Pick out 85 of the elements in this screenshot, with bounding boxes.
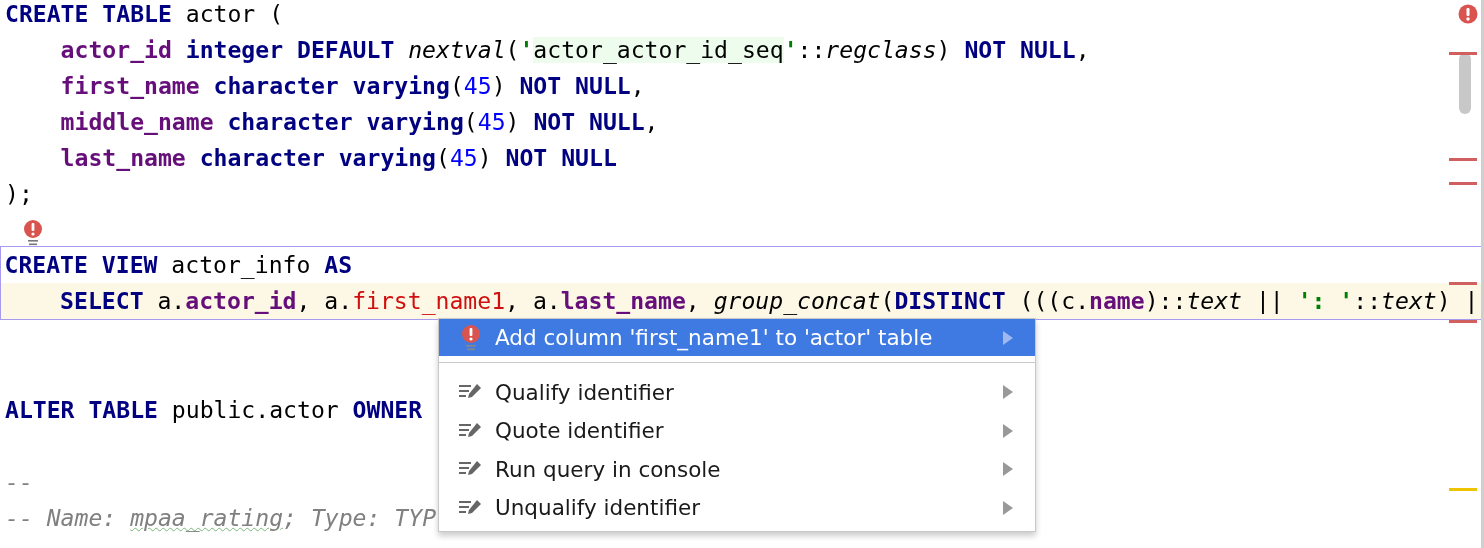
string-literal-text: actor_actor_id_seq [533, 37, 784, 63]
column-name-text: name [1089, 288, 1145, 314]
string-literal-text: ' [783, 37, 798, 63]
scrollbar-thumb[interactable] [1459, 53, 1471, 114]
keyword-text: SELECT [59, 288, 144, 314]
typo-text: mpaa_rating [130, 505, 284, 531]
number-literal-text: 45 [449, 145, 478, 171]
code-text: ) | [1436, 288, 1479, 314]
keyword-text: integer DEFAULT [185, 37, 396, 63]
error-stripe-mark[interactable] [1449, 158, 1477, 161]
menu-item[interactable]: Run query in console [439, 450, 1035, 489]
submenu-arrow-icon [1003, 423, 1013, 438]
error-stripe-mark[interactable] [1449, 182, 1477, 185]
keyword-text: NOT NULL [519, 73, 631, 99]
keyword-text: character varying [227, 109, 464, 135]
error-stripe-mark[interactable] [1449, 52, 1477, 55]
string-literal-text: ': ' [1297, 288, 1354, 314]
menu-item[interactable]: Unqualify identifier [439, 488, 1035, 527]
warning-stripe-mark[interactable] [1449, 488, 1477, 491]
code-text: actor_info [170, 252, 312, 278]
code-text: ) [936, 37, 952, 63]
keyword-text: DISTINCT [894, 288, 1006, 314]
function-name-text: regclass [825, 37, 937, 63]
code-text: ) [491, 73, 507, 99]
column-name-text: first_name [59, 73, 201, 99]
keyword-text: CREATE TABLE [5, 1, 172, 27]
code-text: :: [797, 37, 826, 63]
keyword-text: OWNER [352, 397, 423, 423]
code-text: ( [505, 37, 520, 63]
column-name-text: middle_name [59, 109, 215, 135]
error-stripe-mark[interactable] [1449, 282, 1477, 285]
error-stripe-mark[interactable] [1449, 320, 1477, 323]
function-name-text: text [1186, 288, 1243, 314]
code-text: ( [880, 288, 895, 314]
comment-text: -- [5, 469, 33, 495]
comment-text: -- Name: [5, 505, 118, 531]
keyword-text: character varying [199, 145, 437, 171]
code-text: , [644, 109, 659, 135]
error-status-icon[interactable] [1458, 4, 1478, 24]
code-text: ( [449, 73, 464, 99]
code-text: ) [477, 145, 493, 171]
code-text: :: [1353, 288, 1382, 314]
column-name-text: actor_id [185, 288, 297, 314]
code-text: ( [436, 145, 450, 171]
code-text: actor ( [184, 1, 284, 27]
code-text: ( [463, 109, 478, 135]
function-name-text: group_concat [713, 288, 881, 314]
keyword-text: AS [324, 252, 353, 278]
error-bulb-icon[interactable] [23, 220, 43, 246]
code-text: public.actor [170, 397, 340, 423]
code-text: (((c. [1018, 288, 1090, 314]
submenu-arrow-icon [1003, 330, 1013, 345]
number-literal-text: 45 [477, 109, 506, 135]
code-text: , [685, 288, 701, 314]
number-literal-text: 45 [463, 73, 492, 99]
code-text: a. [156, 288, 186, 314]
error-bulb-icon [459, 324, 483, 351]
keyword-text: NOT NULL [505, 145, 617, 171]
keyword-text: character varying [213, 73, 450, 99]
column-name-text: last_name [59, 145, 187, 171]
string-literal-text: ' [519, 37, 534, 63]
submenu-arrow-icon [1003, 462, 1013, 477]
code-text: , [630, 73, 645, 99]
keyword-text: NOT NULL [533, 109, 645, 135]
submenu-arrow-icon [1003, 500, 1013, 515]
code-text: , [1075, 37, 1090, 63]
keyword-text: NOT NULL [964, 37, 1076, 63]
column-name-text: actor_id [59, 37, 173, 63]
column-name-text: last_name [560, 288, 686, 314]
code-text: ); [5, 181, 33, 207]
code-text: , a. [505, 288, 561, 314]
keyword-text: CREATE VIEW [4, 252, 158, 278]
keyword-text: ALTER TABLE [5, 397, 158, 423]
comment-text: ; Type: TYP [283, 505, 437, 531]
menu-item[interactable]: Quote identifier [439, 411, 1035, 450]
code-text: ) [505, 109, 521, 135]
unresolved-column-text: first_name1 [352, 288, 506, 314]
code-text: , a. [296, 288, 353, 314]
function-name-text: nextval [408, 37, 506, 63]
menu-item[interactable]: Qualify identifier [439, 373, 1035, 412]
function-name-text: text [1381, 288, 1437, 314]
submenu-arrow-icon [1003, 385, 1013, 400]
code-text: ):: [1144, 288, 1187, 314]
code-text: || [1254, 288, 1285, 314]
menu-item[interactable]: Add column 'first_name1' to 'actor' table [439, 319, 1035, 356]
